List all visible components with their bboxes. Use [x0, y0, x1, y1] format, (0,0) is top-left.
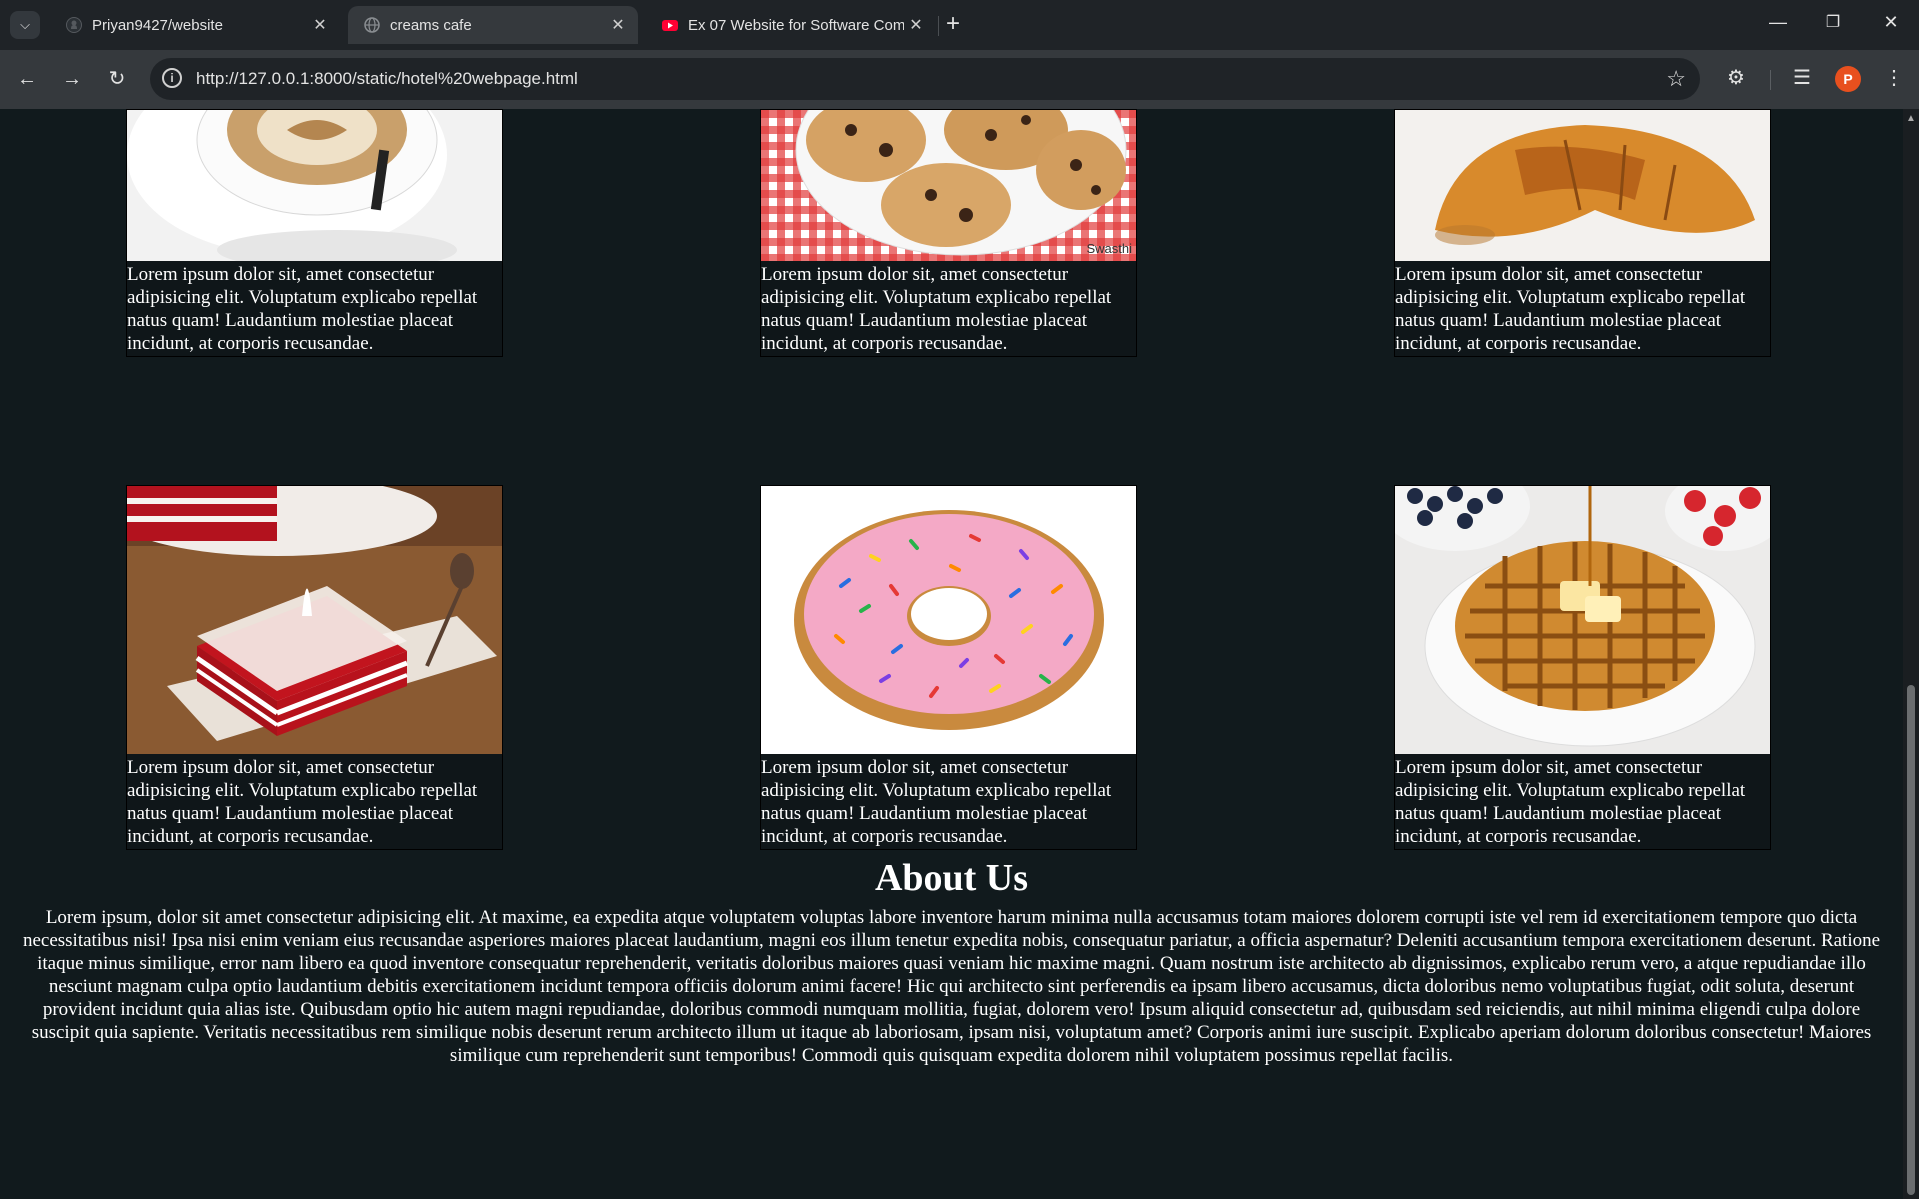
menu-card-waffles: Lorem ipsum dolor sit, amet consectetur … — [1394, 485, 1771, 850]
about-text: Lorem ipsum, dolor sit amet consectetur … — [22, 907, 1881, 1066]
toolbar-divider — [1770, 70, 1771, 90]
media-controls-icon[interactable]: ☰ — [1788, 65, 1816, 90]
tab-creams-cafe[interactable]: creams cafe ✕ — [348, 6, 638, 44]
window-close-button[interactable]: ✕ — [1876, 12, 1906, 33]
menu-card-red-velvet-cake: Lorem ipsum dolor sit, amet consectetur … — [126, 485, 503, 850]
tab-strip: ⌵ Priyan9427/website ✕ creams cafe ✕ Ex … — [0, 0, 1919, 50]
more-menu-icon[interactable]: ⋮ — [1880, 65, 1908, 90]
menu-caption: Lorem ipsum dolor sit, amet consectetur … — [761, 264, 1112, 354]
globe-icon — [364, 17, 380, 33]
restore-button[interactable]: ❐ — [1818, 12, 1848, 32]
tab-github[interactable]: Priyan9427/website ✕ — [50, 6, 340, 44]
donut-image — [761, 486, 1136, 754]
browser-toolbar: ← → ↻ i http://127.0.0.1:8000/static/hot… — [0, 50, 1919, 109]
github-icon — [66, 17, 82, 33]
url-text[interactable]: http://127.0.0.1:8000/static/hotel%20web… — [196, 69, 578, 89]
page-viewport: Lorem ipsum dolor sit, amet consectetur … — [0, 109, 1903, 1199]
tab-title: creams cafe — [390, 16, 472, 34]
tab-youtube[interactable]: Ex 07 Website for Software Com ✕ — [646, 6, 936, 44]
tab-title: Priyan9427/website — [92, 16, 223, 34]
close-icon[interactable]: ✕ — [308, 15, 332, 35]
tab-title: Ex 07 Website for Software Com — [688, 16, 904, 34]
tab-divider — [938, 16, 939, 36]
close-icon[interactable]: ✕ — [606, 15, 630, 35]
new-tab-button[interactable]: + — [946, 11, 960, 37]
page-scrollbar[interactable]: ▲ — [1903, 109, 1919, 1199]
menu-caption: Lorem ipsum dolor sit, amet consectetur … — [761, 757, 1112, 847]
croissant-image — [1395, 110, 1770, 261]
arrow-right-icon: → — [62, 68, 82, 90]
extensions-icon[interactable]: ⚙ — [1722, 65, 1750, 90]
profile-avatar[interactable]: P — [1835, 66, 1861, 92]
menu-caption: Lorem ipsum dolor sit, amet consectetur … — [1395, 264, 1746, 354]
menu-card-coffee: Lorem ipsum dolor sit, amet consectetur … — [126, 109, 503, 357]
bookmark-star-icon[interactable]: ☆ — [1666, 66, 1686, 92]
reload-icon: ↻ — [108, 68, 126, 90]
menu-card-cookies: Swasthi Lorem ipsum dolor sit, amet cons… — [760, 109, 1137, 357]
scrollbar-thumb[interactable] — [1907, 685, 1915, 1195]
about-heading: About Us — [874, 857, 1029, 899]
youtube-icon — [662, 20, 678, 31]
minimize-button[interactable]: — — [1763, 12, 1793, 33]
coffee-image — [127, 110, 502, 261]
image-watermark: Swasthi — [1086, 241, 1132, 256]
plus-icon: + — [946, 10, 961, 37]
red-velvet-cake-image — [127, 486, 502, 754]
back-button[interactable]: ← — [13, 66, 41, 92]
scroll-up-icon[interactable]: ▲ — [1906, 113, 1916, 124]
menu-card-donut: Lorem ipsum dolor sit, amet consectetur … — [760, 485, 1137, 850]
reload-button[interactable]: ↻ — [103, 66, 131, 92]
chevron-down-icon: ⌵ — [20, 17, 30, 32]
tab-search-button[interactable]: ⌵ — [10, 11, 40, 39]
menu-card-croissant: Lorem ipsum dolor sit, amet consectetur … — [1394, 109, 1771, 357]
waffles-image — [1395, 486, 1770, 754]
address-bar[interactable]: i http://127.0.0.1:8000/static/hotel%20w… — [150, 58, 1700, 100]
close-icon[interactable]: ✕ — [904, 15, 928, 35]
cookies-image — [761, 110, 1136, 261]
menu-caption: Lorem ipsum dolor sit, amet consectetur … — [127, 264, 478, 354]
site-info-icon[interactable]: i — [162, 68, 182, 88]
arrow-left-icon: ← — [17, 68, 37, 90]
menu-caption: Lorem ipsum dolor sit, amet consectetur … — [1395, 757, 1746, 847]
forward-button[interactable]: → — [58, 66, 86, 92]
menu-caption: Lorem ipsum dolor sit, amet consectetur … — [127, 757, 478, 847]
